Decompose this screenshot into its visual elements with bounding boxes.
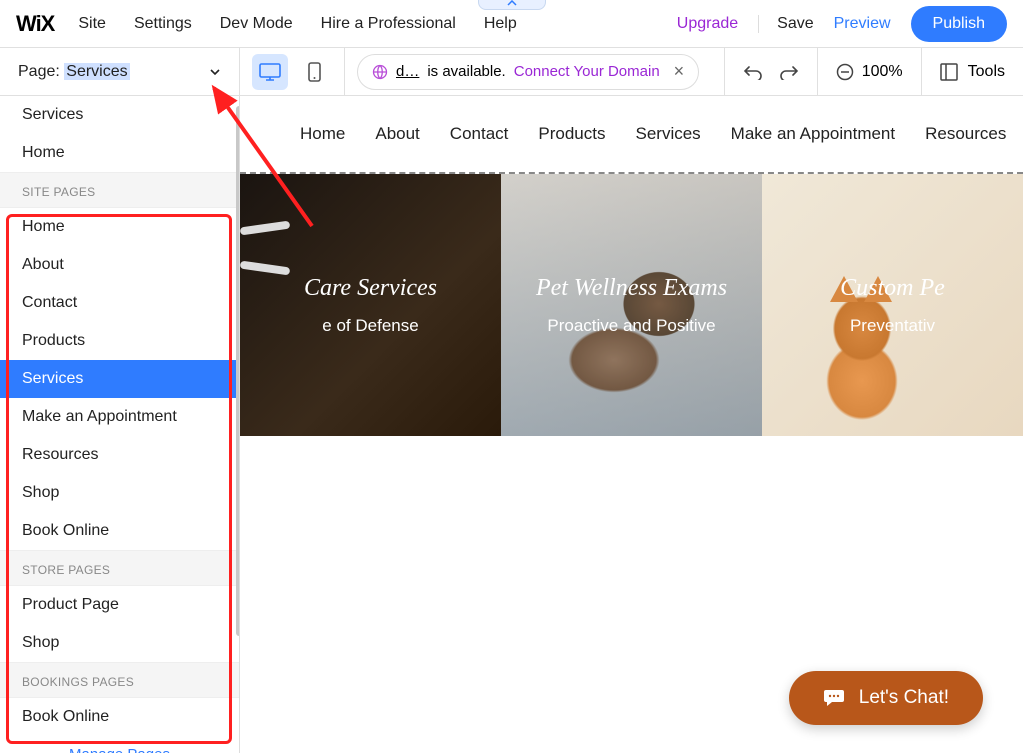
bookings-pages-heading: BOOKINGS PAGES [0,662,239,698]
nav-about[interactable]: About [375,124,419,144]
zoom-out-icon [836,63,854,81]
collapse-tab[interactable] [478,0,546,10]
domain-banner: d… is available. Connect Your Domain × [357,54,699,90]
tools-button[interactable]: Tools [922,48,1023,95]
site-canvas: Home About Contact Products Services Mak… [240,96,1023,753]
mobile-view-button[interactable] [296,54,332,90]
editor-main: Services Home SITE PAGES HomeAboutContac… [0,96,1023,753]
nav-home[interactable]: Home [300,124,345,144]
menu-site[interactable]: Site [78,15,106,33]
menu-settings[interactable]: Settings [134,15,192,33]
nav-contact[interactable]: Contact [450,124,509,144]
store-page-shop[interactable]: Shop [0,624,239,662]
zoom-control[interactable]: 100% [818,48,922,95]
services-image-strip: Care Services e of Defense Pet Wellness … [240,172,1023,436]
manage-pages-link[interactable]: Manage Pages [0,736,239,753]
main-menu: Site Settings Dev Mode Hire a Profession… [78,15,516,33]
site-page-book-online[interactable]: Book Online [0,512,239,550]
undo-redo-group [724,48,818,95]
card-title: Care Services [304,275,437,302]
site-page-home[interactable]: Home [0,208,239,246]
site-page-shop[interactable]: Shop [0,474,239,512]
site-page-products[interactable]: Products [0,322,239,360]
site-page-resources[interactable]: Resources [0,436,239,474]
domain-name: d… [396,63,419,80]
bookings-page-book-online[interactable]: Book Online [0,698,239,736]
nav-products[interactable]: Products [538,124,605,144]
nav-appointment[interactable]: Make an Appointment [731,124,895,144]
page-dropdown-panel: Services Home SITE PAGES HomeAboutContac… [0,96,240,753]
chevron-down-icon [209,66,221,78]
site-page-services[interactable]: Services [0,360,239,398]
page-selector-label: Page: Services [18,63,130,81]
site-nav: Home About Contact Products Services Mak… [240,96,1023,172]
store-page-product-page[interactable]: Product Page [0,586,239,624]
store-pages-heading: STORE PAGES [0,550,239,586]
site-page-about[interactable]: About [0,246,239,284]
card-title: Custom Pe [840,275,945,302]
card-title: Pet Wellness Exams [536,275,727,302]
close-icon[interactable]: × [674,61,685,82]
card-wellness-exams[interactable]: Pet Wellness Exams Proactive and Positiv… [501,174,762,436]
upgrade-link[interactable]: Upgrade [677,15,738,33]
zoom-value: 100% [862,63,903,81]
recent-page-home[interactable]: Home [0,134,239,172]
device-toggle [240,48,345,95]
preview-link[interactable]: Preview [834,15,891,33]
desktop-view-button[interactable] [252,54,288,90]
chat-icon [823,688,845,708]
card-subtitle: Proactive and Positive [547,316,715,336]
card-subtitle: Preventativ [850,316,935,336]
chat-button[interactable]: Let's Chat! [789,671,983,725]
save-link[interactable]: Save [758,15,813,33]
editor-toolbar: Page: Services d… is available. Connect … [0,48,1023,96]
redo-button[interactable] [779,64,799,80]
nav-services[interactable]: Services [635,124,700,144]
site-preview: Home About Contact Products Services Mak… [240,96,1023,753]
card-care-services[interactable]: Care Services e of Defense [240,174,501,436]
publish-button[interactable]: Publish [911,6,1007,42]
menu-hire[interactable]: Hire a Professional [321,15,456,33]
wix-logo: WiX [16,11,54,37]
domain-available-text: is available. [427,63,505,80]
connect-domain-link[interactable]: Connect Your Domain [514,63,660,80]
menu-devmode[interactable]: Dev Mode [220,15,293,33]
undo-button[interactable] [743,64,763,80]
card-custom[interactable]: Custom Pe Preventativ [762,174,1023,436]
card-subtitle: e of Defense [322,316,418,336]
tools-label: Tools [968,63,1005,81]
tools-icon [940,63,958,81]
recent-page-services[interactable]: Services [0,96,239,134]
site-page-contact[interactable]: Contact [0,284,239,322]
menu-help[interactable]: Help [484,15,517,33]
nav-resources[interactable]: Resources [925,124,1006,144]
chat-label: Let's Chat! [859,687,949,709]
page-selector[interactable]: Page: Services [0,48,240,95]
site-pages-heading: SITE PAGES [0,172,239,208]
top-right-actions: Upgrade Save Preview Publish [677,6,1007,42]
globe-icon [372,64,388,80]
site-page-make-an-appointment[interactable]: Make an Appointment [0,398,239,436]
